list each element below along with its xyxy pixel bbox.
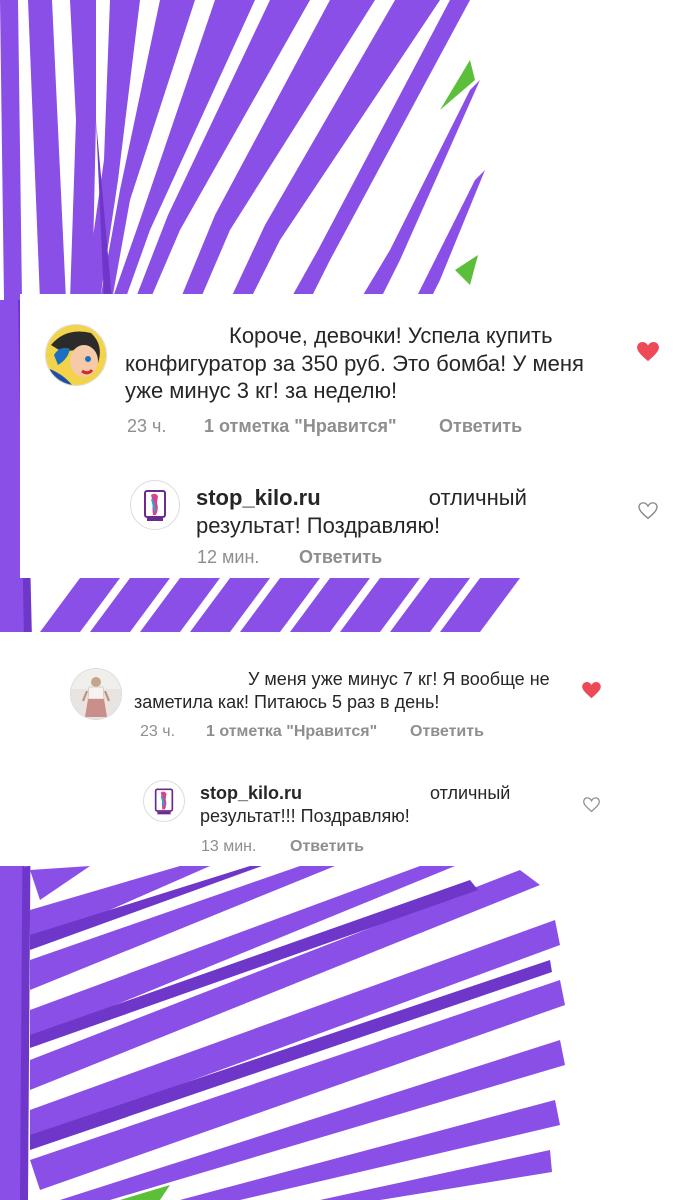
like-heart-outline-icon[interactable] xyxy=(638,502,658,520)
palm-leaflet xyxy=(28,0,66,300)
comment-timestamp: 23 ч. xyxy=(127,416,167,436)
reply-link[interactable]: Ответить xyxy=(439,416,522,437)
comment-body: Короче, девочки! Успела купить конфигура… xyxy=(125,323,584,403)
like-heart-icon[interactable] xyxy=(582,682,601,699)
comment-timestamp: 23 ч. xyxy=(140,723,176,740)
like-heart-outline-icon[interactable] xyxy=(583,797,600,813)
pop-art-woman-avatar[interactable] xyxy=(45,324,107,386)
reply-username[interactable]: stop_kilo.ru xyxy=(196,485,321,510)
like-heart-icon[interactable] xyxy=(637,342,659,362)
comment-card: У меня уже минус 7 кг! Я вообще не замет… xyxy=(0,632,675,866)
reply-text: stop_kilo.ru отличный результат!!! Поздра… xyxy=(200,782,560,829)
comment-body: У меня уже минус 7 кг! Я вообще не замет… xyxy=(134,669,550,713)
reply-timestamp: 13 мин. xyxy=(201,838,257,855)
reply-text: stop_kilo.ru отличный результат! Поздравл… xyxy=(196,484,616,539)
reply-link[interactable]: Ответить xyxy=(410,723,484,741)
stop-kilo-logo-icon xyxy=(144,490,166,521)
comment-text: Короче, девочки! Успела купить конфигура… xyxy=(125,322,610,405)
pop-art-woman-icon xyxy=(46,325,106,385)
stop-kilo-logo-icon xyxy=(154,788,174,815)
reply-link[interactable]: Ответить xyxy=(299,547,382,568)
reply-timestamp: 12 мин. xyxy=(197,547,260,567)
palm-leaflet xyxy=(30,866,90,900)
stop-kilo-logo-avatar[interactable] xyxy=(130,480,180,530)
reply-link[interactable]: Ответить xyxy=(290,838,364,856)
palm-leaflet xyxy=(0,0,22,300)
likes-count[interactable]: 1 отметка "Нравится" xyxy=(206,723,377,741)
leaf-green-accent xyxy=(455,255,478,285)
woman-photo-avatar[interactable] xyxy=(70,668,122,720)
reply-username[interactable]: stop_kilo.ru xyxy=(200,783,302,803)
stop-kilo-logo-avatar[interactable] xyxy=(143,780,185,822)
palm-leaf-background xyxy=(0,0,565,1200)
likes-count[interactable]: 1 отметка "Нравится" xyxy=(204,416,397,437)
woman-photo-icon xyxy=(71,669,121,719)
comment-text: У меня уже минус 7 кг! Я вообще не замет… xyxy=(134,668,574,715)
comment-card: Короче, девочки! Успела купить конфигура… xyxy=(20,294,675,578)
